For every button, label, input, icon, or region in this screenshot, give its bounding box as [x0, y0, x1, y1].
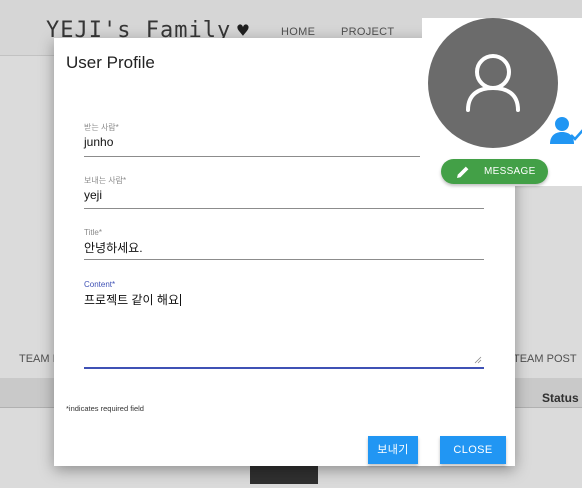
close-button[interactable]: CLOSE: [440, 436, 506, 464]
user-avatar-icon: [466, 54, 520, 112]
receiver-field[interactable]: 받는 사람* junho: [84, 122, 119, 149]
receiver-label: 받는 사람*: [84, 123, 119, 132]
profile-card: MESSAGE: [422, 18, 582, 186]
title-underline: [84, 259, 484, 260]
content-underline: [84, 367, 484, 369]
sender-field[interactable]: 보내는 사람* yeji: [84, 175, 126, 202]
title-label: Title*: [84, 228, 102, 237]
content-text: 프로젝트 같이 해요: [84, 293, 179, 307]
resize-handle-icon[interactable]: [474, 356, 482, 364]
title-input[interactable]: 안녕하세요.: [84, 239, 143, 256]
content-field[interactable]: Content* 프로젝트 같이 해요: [84, 280, 181, 308]
pencil-icon: [457, 166, 469, 178]
title-field[interactable]: Title* 안녕하세요.: [84, 228, 143, 256]
sender-label: 보내는 사람*: [84, 176, 127, 185]
avatar: [428, 18, 558, 148]
send-button[interactable]: 보내기: [368, 436, 418, 464]
message-button-label: MESSAGE: [484, 166, 536, 177]
receiver-underline: [84, 156, 420, 157]
message-button[interactable]: MESSAGE: [441, 159, 548, 184]
dialog-title: User Profile: [66, 53, 155, 72]
user-check-icon: [550, 117, 582, 144]
sender-input[interactable]: yeji: [84, 188, 126, 202]
content-label: Content*: [84, 280, 116, 289]
text-cursor: [180, 294, 181, 306]
content-textarea[interactable]: 프로젝트 같이 해요: [84, 291, 181, 308]
sender-underline: [84, 208, 484, 209]
receiver-input[interactable]: junho: [84, 135, 119, 149]
required-field-note: *indicates required field: [66, 404, 144, 413]
